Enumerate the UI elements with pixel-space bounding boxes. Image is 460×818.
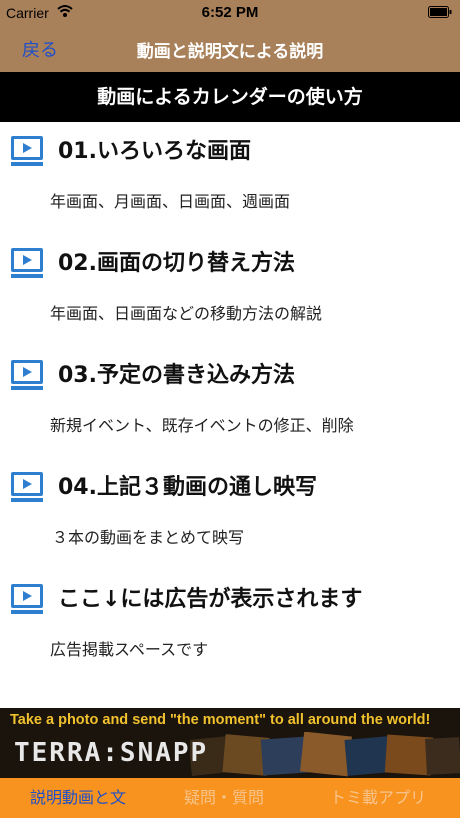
video-icon bbox=[11, 584, 43, 614]
video-item-5[interactable]: ここ↓には広告が表示されます 広告掲載スペースです bbox=[0, 570, 460, 682]
video-title: 01.いろいろな画面 bbox=[58, 139, 251, 164]
video-icon bbox=[11, 136, 43, 166]
battery-icon bbox=[428, 6, 452, 18]
video-description: ３本の動画をまとめて映写 bbox=[52, 528, 245, 547]
tab-apps[interactable]: トミ載アプリ bbox=[330, 784, 426, 808]
tab-bar: 説明動画と文 疑問・質問 トミ載アプリ bbox=[0, 778, 460, 818]
video-description: 新規イベント、既存イベントの修正、削除 bbox=[50, 416, 354, 435]
tab-video-and-text[interactable]: 説明動画と文 bbox=[30, 784, 126, 808]
status-bar: Carrier 6:52 PM bbox=[0, 0, 460, 26]
video-icon bbox=[11, 472, 43, 502]
ad-photos-image bbox=[190, 732, 460, 777]
video-description: 年画面、月画面、日画面、週画面 bbox=[50, 192, 291, 211]
video-title: 03.予定の書き込み方法 bbox=[58, 363, 295, 388]
video-item-2[interactable]: 02.画面の切り替え方法 年画面、日画面などの移動方法の解説 bbox=[0, 234, 460, 346]
video-icon bbox=[11, 248, 43, 278]
video-description: 年画面、日画面などの移動方法の解説 bbox=[50, 304, 323, 323]
page-title: 動画と説明文による説明 bbox=[136, 42, 324, 62]
video-icon bbox=[11, 360, 43, 390]
video-title: 04.上記３動画の通し映写 bbox=[58, 475, 317, 500]
navigation-bar: 戻る 動画と説明文による説明 bbox=[0, 26, 460, 72]
video-item-3[interactable]: 03.予定の書き込み方法 新規イベント、既存イベントの修正、削除 bbox=[0, 346, 460, 458]
ad-headline: Take a photo and send "the moment" to al… bbox=[10, 712, 431, 728]
tab-questions[interactable]: 疑問・質問 bbox=[184, 784, 264, 808]
video-title: ここ↓には広告が表示されます bbox=[58, 587, 363, 612]
ad-banner[interactable]: Take a photo and send "the moment" to al… bbox=[0, 708, 460, 778]
video-item-1[interactable]: 01.いろいろな画面 年画面、月画面、日画面、週画面 bbox=[0, 122, 460, 234]
video-item-4[interactable]: 04.上記３動画の通し映写 ３本の動画をまとめて映写 bbox=[0, 458, 460, 570]
video-title: 02.画面の切り替え方法 bbox=[58, 251, 295, 276]
video-description: 広告掲載スペースです bbox=[50, 640, 209, 659]
status-time: 6:52 PM bbox=[201, 4, 259, 21]
ad-brand-logo: TERRA:SNAPP bbox=[14, 738, 209, 768]
section-header: 動画によるカレンダーの使い方 bbox=[0, 72, 460, 122]
